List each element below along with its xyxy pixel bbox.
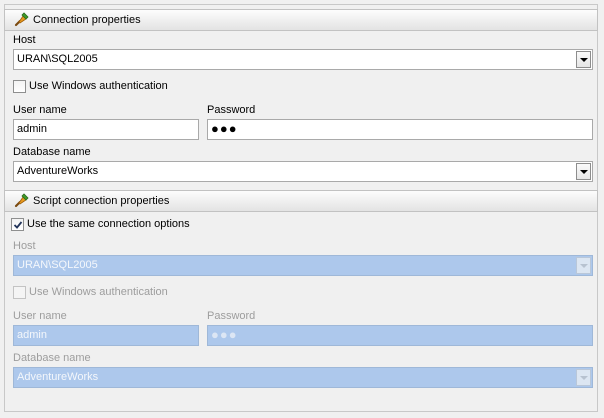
password-label: Password xyxy=(207,104,256,116)
script-username-field[interactable]: admin xyxy=(13,325,199,346)
script-windows-auth-option[interactable]: Use Windows authentication xyxy=(13,286,213,300)
chevron-down-icon xyxy=(580,58,588,62)
host-label: Host xyxy=(13,34,36,46)
script-host-label: Host xyxy=(13,240,36,252)
script-database-combobox[interactable]: AdventureWorks xyxy=(13,367,593,388)
connection-properties-title: Connection properties xyxy=(33,14,141,26)
script-password-label: Password xyxy=(207,310,256,322)
username-field[interactable]: admin xyxy=(13,119,199,140)
script-username-value: admin xyxy=(17,329,47,341)
connection-plug-icon xyxy=(14,193,29,208)
host-dropdown-button[interactable] xyxy=(576,51,591,68)
password-value: ●●● xyxy=(211,121,238,136)
windows-auth-option[interactable]: Use Windows authentication xyxy=(13,80,213,94)
script-database-dropdown-button[interactable] xyxy=(576,369,591,386)
host-value: URAN\SQL2005 xyxy=(17,53,98,65)
script-database-value: AdventureWorks xyxy=(17,371,99,383)
connection-properties-header: Connection properties xyxy=(4,9,598,31)
same-connection-option[interactable]: Use the same connection options xyxy=(11,218,231,232)
script-password-field[interactable]: ●●● xyxy=(207,325,593,346)
chevron-down-icon xyxy=(580,170,588,174)
script-connection-properties-header: Script connection properties xyxy=(4,190,598,212)
host-combobox[interactable]: URAN\SQL2005 xyxy=(13,49,593,70)
script-database-label: Database name xyxy=(13,352,91,364)
database-dropdown-button[interactable] xyxy=(576,163,591,180)
username-value: admin xyxy=(17,123,47,135)
script-username-label: User name xyxy=(13,310,67,322)
password-field[interactable]: ●●● xyxy=(207,119,593,140)
connection-plug-icon xyxy=(14,12,29,27)
database-label: Database name xyxy=(13,146,91,158)
same-connection-checkbox[interactable] xyxy=(11,218,24,231)
windows-auth-label: Use Windows authentication xyxy=(29,80,168,92)
script-host-combobox[interactable]: URAN\SQL2005 xyxy=(13,255,593,276)
script-host-dropdown-button[interactable] xyxy=(576,257,591,274)
username-label: User name xyxy=(13,104,67,116)
script-host-value: URAN\SQL2005 xyxy=(17,259,98,271)
same-connection-label: Use the same connection options xyxy=(27,218,190,230)
script-windows-auth-label: Use Windows authentication xyxy=(29,286,168,298)
checkmark-icon xyxy=(13,221,23,229)
script-windows-auth-checkbox[interactable] xyxy=(13,286,26,299)
script-connection-properties-title: Script connection properties xyxy=(33,195,170,207)
chevron-down-icon xyxy=(580,376,588,380)
chevron-down-icon xyxy=(580,264,588,268)
database-combobox[interactable]: AdventureWorks xyxy=(13,161,593,182)
script-password-value: ●●● xyxy=(211,327,238,342)
windows-auth-checkbox[interactable] xyxy=(13,80,26,93)
database-value: AdventureWorks xyxy=(17,165,99,177)
